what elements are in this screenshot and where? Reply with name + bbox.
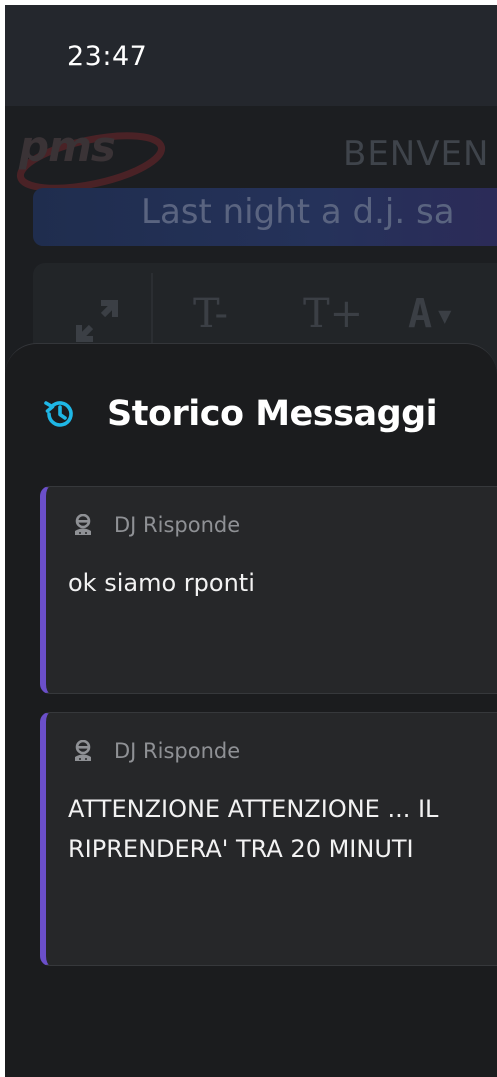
message-sender: DJ Risponde (114, 513, 241, 537)
message-sender: DJ Risponde (114, 739, 241, 763)
pms-logo: pms (15, 120, 167, 190)
welcome-text: BENVEN (343, 134, 490, 174)
message-card[interactable]: DJ Risponde ok siamo rponti (40, 486, 497, 694)
message-text: ATTENZIONE ATTENZIONE ... IL RIPRENDERA'… (68, 795, 439, 863)
text-color-label: A (408, 291, 433, 337)
message-header: DJ Risponde (72, 739, 240, 763)
decrease-font-button[interactable]: T- (193, 291, 228, 337)
message-card[interactable]: DJ Risponde ATTENZIONE ATTENZIONE ... IL… (40, 712, 497, 966)
phone-screen: 23:47 pms BENVEN Last night a d.j. sa T-… (5, 5, 497, 1077)
status-time: 23:47 (67, 41, 148, 72)
dj-avatar-icon (75, 514, 91, 535)
history-icon (44, 401, 73, 427)
sheet-header: Storico Messaggi (43, 394, 438, 434)
marquee-text: Last night a d.j. sa (141, 192, 455, 232)
status-bar: 23:47 (5, 5, 497, 106)
sheet-title: Storico Messaggi (107, 394, 438, 434)
logo-text: pms (19, 122, 116, 171)
message-text: ok siamo rponti (68, 569, 255, 597)
text-color-button[interactable]: A ▼ (408, 291, 451, 337)
message-history-sheet: Storico Messaggi DJ Risponde ok siamo rp… (5, 343, 497, 1077)
chevron-down-icon: ▼ (438, 303, 452, 329)
message-header: DJ Risponde (72, 513, 240, 537)
dj-avatar-icon (75, 740, 91, 761)
now-playing-marquee: Last night a d.j. sa (33, 188, 497, 246)
toolbar-divider (151, 273, 153, 353)
expand-arrows-icon[interactable] (75, 299, 119, 343)
increase-font-button[interactable]: T+ (303, 291, 363, 337)
